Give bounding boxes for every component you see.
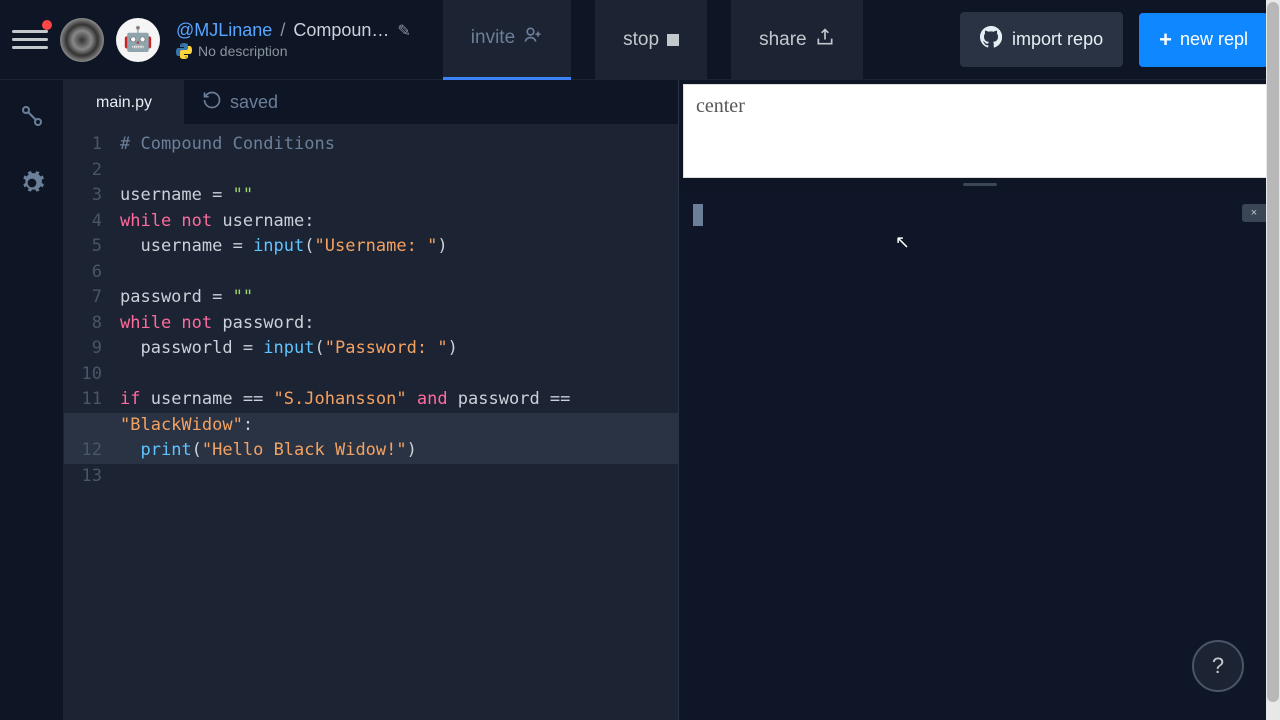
save-status: saved (202, 90, 278, 115)
owner-link[interactable]: @MJLinane (176, 20, 272, 41)
left-sidebar (0, 80, 64, 720)
line-number: 7 (64, 285, 120, 311)
plus-icon: + (1159, 27, 1172, 53)
line-number: 2 (64, 158, 120, 184)
notification-dot (42, 20, 52, 30)
menu-button[interactable] (12, 22, 48, 58)
line-number: 6 (64, 260, 120, 286)
import-repo-button[interactable]: import repo (960, 12, 1123, 67)
line-number: 3 (64, 183, 120, 209)
repl-name[interactable]: Compoun… (293, 20, 389, 41)
share-button[interactable]: share (731, 0, 863, 80)
invite-button[interactable]: invite (443, 0, 571, 80)
line-number: 4 (64, 209, 120, 235)
console-terminal[interactable]: × (679, 190, 1280, 720)
line-number: 10 (64, 362, 120, 388)
header-bar: 🤖 @MJLinane / Compoun… ✎ No description in… (0, 0, 1280, 80)
line-number: 13 (64, 464, 120, 490)
repl-description: No description (198, 43, 288, 59)
restore-icon (202, 90, 222, 115)
line-number: 8 (64, 311, 120, 337)
help-button[interactable]: ? (1192, 640, 1244, 692)
title-separator: / (280, 20, 285, 41)
line-number: 11 (64, 387, 120, 413)
pane-resize-handle[interactable] (679, 178, 1280, 190)
version-control-icon[interactable] (20, 104, 44, 134)
tab-main-py[interactable]: main.py (64, 80, 184, 124)
stop-icon (667, 34, 679, 46)
page-scrollbar[interactable] (1266, 0, 1280, 720)
clear-console-button[interactable]: × (1242, 204, 1266, 222)
share-icon (815, 27, 835, 53)
tab-bar: main.py saved (64, 80, 678, 124)
terminal-cursor (693, 204, 703, 226)
editor-pane: main.py saved 1# Compound Conditions 2 3… (64, 80, 678, 720)
line-number (64, 413, 120, 439)
replit-logo-icon[interactable] (60, 18, 104, 62)
output-preview[interactable]: center (683, 84, 1276, 178)
github-icon (980, 26, 1002, 53)
new-repl-button[interactable]: + new repl (1139, 13, 1268, 67)
edit-pencil-icon[interactable]: ✎ (397, 21, 410, 41)
scrollbar-thumb[interactable] (1267, 2, 1279, 702)
stop-button[interactable]: stop (595, 0, 707, 80)
python-icon (176, 43, 192, 59)
line-number: 1 (64, 132, 120, 158)
add-user-icon (523, 25, 543, 51)
line-number: 12 (64, 438, 120, 464)
right-pane: center × (678, 80, 1280, 720)
settings-gear-icon[interactable] (19, 170, 45, 202)
main-area: main.py saved 1# Compound Conditions 2 3… (0, 80, 1280, 720)
line-number: 9 (64, 336, 120, 362)
avatar[interactable]: 🤖 (116, 18, 160, 62)
line-number: 5 (64, 234, 120, 260)
repl-title-block: @MJLinane / Compoun… ✎ No description (176, 20, 411, 59)
code-editor[interactable]: 1# Compound Conditions 2 3username = "" … (64, 124, 678, 720)
